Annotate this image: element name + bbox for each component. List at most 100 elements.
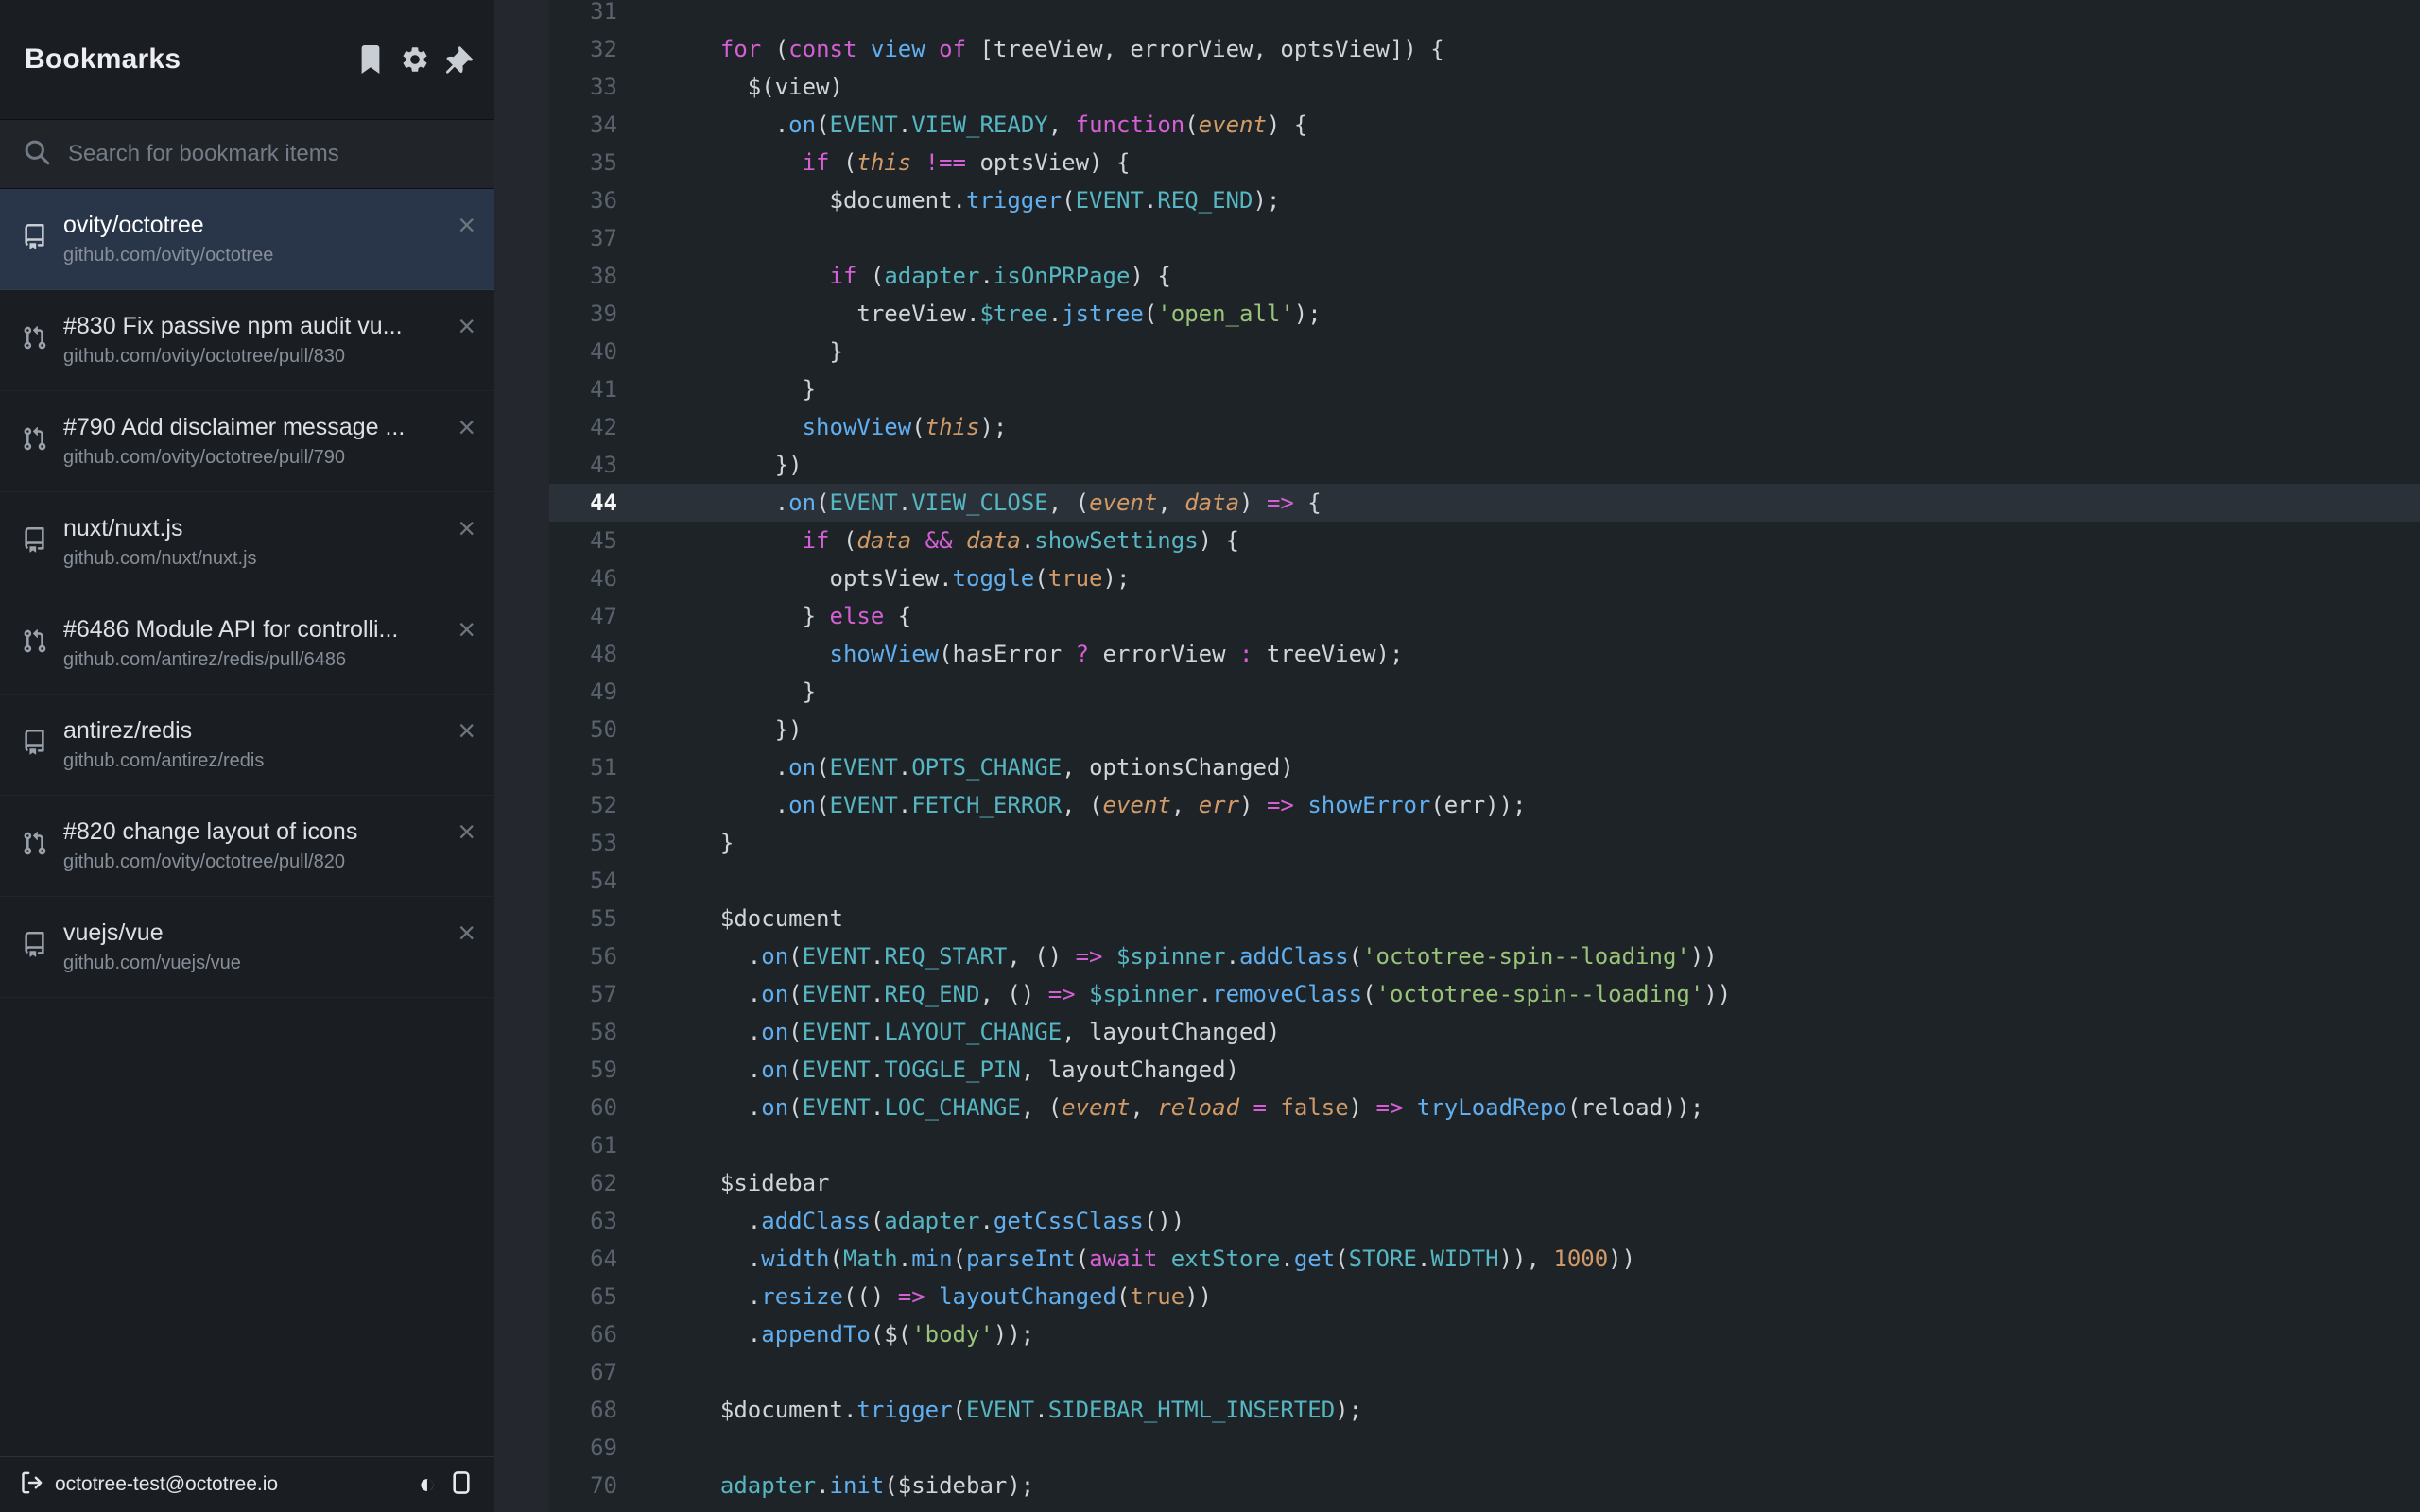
code-line[interactable]: 31 bbox=[549, 0, 2420, 30]
line-number: 70 bbox=[549, 1467, 617, 1504]
code-text: } bbox=[617, 370, 816, 408]
close-icon[interactable]: × bbox=[458, 715, 475, 746]
line-number: 56 bbox=[549, 937, 617, 975]
bookmark-title: #790 Add disclaimer message ... bbox=[63, 414, 441, 441]
gear-icon[interactable] bbox=[400, 44, 430, 75]
code-line[interactable]: 71 await pluginManager.activate( bbox=[549, 1504, 2420, 1512]
line-number: 57 bbox=[549, 975, 617, 1013]
code-text: } bbox=[617, 824, 734, 862]
close-icon[interactable]: × bbox=[458, 918, 475, 948]
code-line[interactable]: 58 .on(EVENT.LAYOUT_CHANGE, layoutChange… bbox=[549, 1013, 2420, 1051]
code-line[interactable]: 41 } bbox=[549, 370, 2420, 408]
pin-icon[interactable] bbox=[445, 45, 474, 74]
close-icon[interactable]: × bbox=[458, 614, 475, 644]
bookmark-item[interactable]: #830 Fix passive npm audit vu... github.… bbox=[0, 290, 494, 391]
code-line[interactable]: 53 } bbox=[549, 824, 2420, 862]
code-line[interactable]: 62 $sidebar bbox=[549, 1164, 2420, 1202]
repo-icon bbox=[22, 224, 47, 254]
bookmark-item[interactable]: ovity/octotree github.com/ovity/octotree… bbox=[0, 189, 494, 290]
line-number: 58 bbox=[549, 1013, 617, 1051]
line-number: 36 bbox=[549, 181, 617, 219]
code-line[interactable]: 65 .resize(() => layoutChanged(true)) bbox=[549, 1278, 2420, 1315]
code-line[interactable]: 50 }) bbox=[549, 711, 2420, 748]
code-text: optsView.toggle(true); bbox=[617, 559, 1130, 597]
search-input[interactable] bbox=[66, 140, 472, 168]
close-icon[interactable]: × bbox=[458, 816, 475, 847]
code-line[interactable]: 37 bbox=[549, 219, 2420, 257]
contrast-icon[interactable]: ◐ bbox=[419, 1470, 436, 1499]
code-text: } bbox=[617, 333, 843, 370]
code-line[interactable]: 56 .on(EVENT.REQ_START, () => $spinner.a… bbox=[549, 937, 2420, 975]
close-icon[interactable]: × bbox=[458, 311, 475, 341]
bookmark-url: github.com/ovity/octotree/pull/820 bbox=[63, 851, 441, 873]
bookmarks-sidebar: Bookmarks bbox=[0, 0, 494, 1512]
bookmark-item[interactable]: antirez/redis github.com/antirez/redis × bbox=[0, 695, 494, 796]
bookmark-item[interactable]: vuejs/vue github.com/vuejs/vue × bbox=[0, 897, 494, 998]
code-text: } bbox=[617, 673, 816, 711]
panel-icon[interactable] bbox=[449, 1469, 474, 1501]
code-line[interactable]: 60 .on(EVENT.LOC_CHANGE, (event, reload … bbox=[549, 1089, 2420, 1126]
code-line[interactable]: 64 .width(Math.min(parseInt(await extSto… bbox=[549, 1240, 2420, 1278]
code-line[interactable]: 51 .on(EVENT.OPTS_CHANGE, optionsChanged… bbox=[549, 748, 2420, 786]
code-line[interactable]: 32 for (const view of [treeView, errorVi… bbox=[549, 30, 2420, 68]
code-line[interactable]: 42 showView(this); bbox=[549, 408, 2420, 446]
line-number: 60 bbox=[549, 1089, 617, 1126]
code-line[interactable]: 48 showView(hasError ? errorView : treeV… bbox=[549, 635, 2420, 673]
line-number: 46 bbox=[549, 559, 617, 597]
code-line[interactable]: 34 .on(EVENT.VIEW_READY, function(event)… bbox=[549, 106, 2420, 144]
code-line[interactable]: 38 if (adapter.isOnPRPage) { bbox=[549, 257, 2420, 295]
code-line[interactable]: 40 } bbox=[549, 333, 2420, 370]
close-icon[interactable]: × bbox=[458, 210, 475, 240]
line-number: 63 bbox=[549, 1202, 617, 1240]
code-line[interactable]: 63 .addClass(adapter.getCssClass()) bbox=[549, 1202, 2420, 1240]
code-line[interactable]: 45 if (data && data.showSettings) { bbox=[549, 522, 2420, 559]
code-line[interactable]: 33 $(view) bbox=[549, 68, 2420, 106]
code-line[interactable]: 46 optsView.toggle(true); bbox=[549, 559, 2420, 597]
code-text: .on(EVENT.VIEW_CLOSE, (event, data) => { bbox=[617, 484, 1322, 522]
code-line[interactable]: 54 bbox=[549, 862, 2420, 900]
code-text: adapter.init($sidebar); bbox=[617, 1467, 1034, 1504]
bookmark-item[interactable]: #790 Add disclaimer message ... github.c… bbox=[0, 391, 494, 492]
code-line[interactable]: 67 bbox=[549, 1353, 2420, 1391]
bookmark-item[interactable]: #6486 Module API for controlli... github… bbox=[0, 593, 494, 695]
line-number: 38 bbox=[549, 257, 617, 295]
code-line[interactable]: 49 } bbox=[549, 673, 2420, 711]
bookmark-list: ovity/octotree github.com/ovity/octotree… bbox=[0, 189, 494, 1456]
bookmark-title: vuejs/vue bbox=[63, 919, 441, 947]
code-line[interactable]: 44 .on(EVENT.VIEW_CLOSE, (event, data) =… bbox=[549, 484, 2420, 522]
code-line[interactable]: 57 .on(EVENT.REQ_END, () => $spinner.rem… bbox=[549, 975, 2420, 1013]
line-number: 64 bbox=[549, 1240, 617, 1278]
search-bar bbox=[0, 120, 494, 189]
bookmark-item[interactable]: nuxt/nuxt.js github.com/nuxt/nuxt.js × bbox=[0, 492, 494, 593]
code-line[interactable]: 39 treeView.$tree.jstree('open_all'); bbox=[549, 295, 2420, 333]
code-line[interactable]: 61 bbox=[549, 1126, 2420, 1164]
bookmark-url: github.com/nuxt/nuxt.js bbox=[63, 548, 441, 570]
code-line[interactable]: 52 .on(EVENT.FETCH_ERROR, (event, err) =… bbox=[549, 786, 2420, 824]
line-number: 48 bbox=[549, 635, 617, 673]
line-number: 67 bbox=[549, 1353, 617, 1391]
bookmark-icon[interactable] bbox=[356, 45, 385, 74]
code-line[interactable]: 59 .on(EVENT.TOGGLE_PIN, layoutChanged) bbox=[549, 1051, 2420, 1089]
code-line[interactable]: 68 $document.trigger(EVENT.SIDEBAR_HTML_… bbox=[549, 1391, 2420, 1429]
line-number: 37 bbox=[549, 219, 617, 257]
code-text: if (data && data.showSettings) { bbox=[617, 522, 1239, 559]
code-text: $document bbox=[617, 900, 843, 937]
code-line[interactable]: 47 } else { bbox=[549, 597, 2420, 635]
sidebar-resize-gutter[interactable] bbox=[494, 0, 549, 1512]
code-line[interactable]: 43 }) bbox=[549, 446, 2420, 484]
code-text bbox=[617, 0, 693, 30]
sign-out-icon[interactable] bbox=[19, 1470, 43, 1500]
code-text: .resize(() => layoutChanged(true)) bbox=[617, 1278, 1212, 1315]
close-icon[interactable]: × bbox=[458, 412, 475, 442]
code-line[interactable]: 69 bbox=[549, 1429, 2420, 1467]
app-root: Bookmarks bbox=[0, 0, 2420, 1512]
code-line[interactable]: 55 $document bbox=[549, 900, 2420, 937]
bookmark-item[interactable]: #820 change layout of icons github.com/o… bbox=[0, 796, 494, 897]
footer-email: octotree-test@octotree.io bbox=[55, 1473, 278, 1496]
code-line[interactable]: 66 .appendTo($('body')); bbox=[549, 1315, 2420, 1353]
close-icon[interactable]: × bbox=[458, 513, 475, 543]
code-line[interactable]: 70 adapter.init($sidebar); bbox=[549, 1467, 2420, 1504]
code-line[interactable]: 36 $document.trigger(EVENT.REQ_END); bbox=[549, 181, 2420, 219]
code-text: $sidebar bbox=[617, 1164, 830, 1202]
code-line[interactable]: 35 if (this !== optsView) { bbox=[549, 144, 2420, 181]
